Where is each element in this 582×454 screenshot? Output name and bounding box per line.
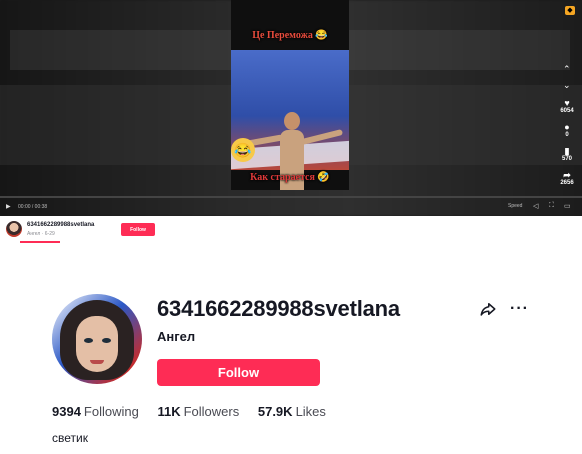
share-arrow-icon[interactable] xyxy=(479,300,497,318)
comment-icon: ● xyxy=(564,122,570,132)
volume-icon[interactable]: ◁ xyxy=(533,202,538,210)
side-actions: ♥ 6054 ● 0 ▮ 570 ➦ 2656 xyxy=(556,98,578,194)
profile-username: 6341662289988svetlana xyxy=(157,296,400,321)
share-count: 2656 xyxy=(560,180,574,186)
followers-label: Followers xyxy=(183,404,240,419)
progress-bar[interactable] xyxy=(0,196,582,198)
followers-count: 11K xyxy=(157,404,181,419)
profile-nickname: Ангел xyxy=(157,329,196,344)
bookmark-count: 570 xyxy=(561,156,572,162)
bookmark-icon: ▮ xyxy=(564,146,570,156)
mini-username[interactable]: 6341662289988svetlana xyxy=(27,222,94,228)
following-stat[interactable]: 9394 Following xyxy=(52,404,139,419)
profile-stats: 9394 Following 11K Followers 57.9K Likes xyxy=(52,404,341,419)
heart-icon: ♥ xyxy=(564,98,570,108)
like-count: 6054 xyxy=(560,108,574,114)
chevron-down-icon[interactable]: ⌄ xyxy=(563,80,571,91)
video-frame[interactable]: Це Переможа 😂 😂 Как старается 🤣 xyxy=(231,0,349,190)
comment-action[interactable]: ● 0 xyxy=(556,122,578,138)
video-time: 00:00 / 00:38 xyxy=(18,204,48,210)
followers-stat[interactable]: 11K Followers xyxy=(157,404,239,419)
chevron-up-icon[interactable]: ⌃ xyxy=(563,64,571,75)
video-caption-top: Це Переможа 😂 xyxy=(252,30,328,41)
following-count: 9394 xyxy=(52,404,81,419)
profile-avatar[interactable] xyxy=(52,294,142,384)
window-icon[interactable]: ▭ xyxy=(564,202,571,210)
like-action[interactable]: ♥ 6054 xyxy=(556,98,578,114)
likes-label: Likes xyxy=(295,404,326,419)
play-icon[interactable]: ▶ xyxy=(6,203,11,210)
likes-count: 57.9K xyxy=(257,404,293,419)
share-action[interactable]: ➦ 2656 xyxy=(556,170,578,186)
more-options-icon[interactable]: ··· xyxy=(510,300,529,318)
following-label: Following xyxy=(83,404,139,419)
speed-button[interactable]: Speed xyxy=(508,203,522,209)
comment-count: 0 xyxy=(565,132,569,138)
share-icon: ➦ xyxy=(563,170,571,180)
fullscreen-icon[interactable]: ⛶ xyxy=(549,202,554,210)
badge-icon[interactable]: ◆ xyxy=(565,6,575,15)
mini-avatar[interactable] xyxy=(6,221,22,237)
mini-underline xyxy=(20,241,60,243)
video-caption-bottom: Как старается 🤣 xyxy=(250,172,330,183)
bookmark-action[interactable]: ▮ 570 xyxy=(556,146,578,162)
laughing-emoji-icon: 😂 xyxy=(231,138,255,162)
video-player[interactable]: Це Переможа 😂 😂 Как старается 🤣 ◆ ⌃ ⌄ ♥ … xyxy=(0,0,582,216)
likes-stat: 57.9K Likes xyxy=(258,404,326,419)
mini-subtitle: Ангел · 6-29 xyxy=(27,231,55,237)
mini-author-bar xyxy=(0,216,582,244)
profile-bio: светик xyxy=(52,431,88,445)
mini-follow-button[interactable]: Follow xyxy=(121,223,155,236)
follow-button[interactable]: Follow xyxy=(157,359,320,386)
